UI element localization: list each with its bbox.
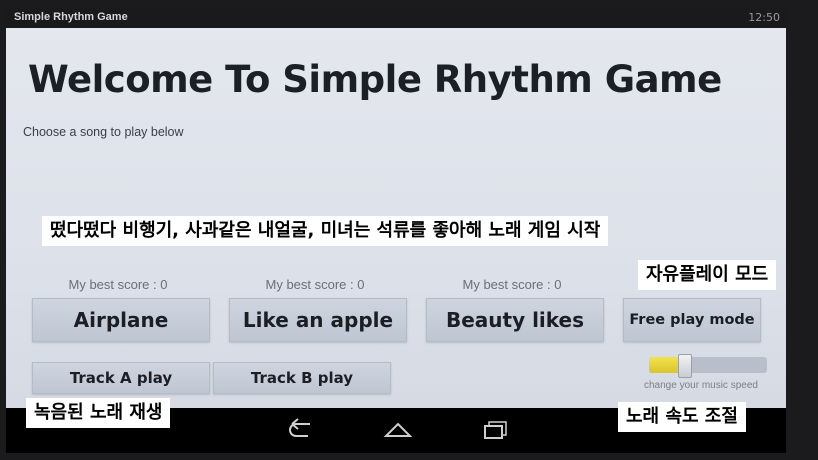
back-icon[interactable] [286,418,316,440]
recent-apps-icon[interactable] [481,418,511,440]
music-speed-slider[interactable] [649,357,767,373]
beauty-likes-best-score: My best score : 0 [462,277,562,292]
recording-annotation-caption: 녹음된 노래 재생 [26,398,171,428]
speed-annotation-caption: 노래 속도 조절 [618,402,746,432]
slider-thumb[interactable] [678,354,693,378]
track-a-play-button[interactable]: Track A play [32,362,210,394]
page-subtitle: Choose a song to play below [23,125,184,139]
track-b-play-button[interactable]: Track B play [213,362,391,394]
page-title: Welcome To Simple Rhythm Game [28,58,722,101]
like-an-apple-best-score: My best score : 0 [265,277,365,292]
app-title: Simple Rhythm Game [14,11,128,23]
clock: 12:50 [748,11,780,24]
airplane-button[interactable]: Airplane [32,298,210,342]
home-icon[interactable] [383,418,413,440]
airplane-best-score: My best score : 0 [68,277,168,292]
like-an-apple-button[interactable]: Like an apple [229,298,407,342]
slider-label: change your music speed [644,380,758,391]
beauty-likes-button[interactable]: Beauty likes [426,298,604,342]
free-play-annotation-caption: 자유플레이 모드 [638,260,777,290]
status-bar: Simple Rhythm Game 12:50 [6,8,786,28]
songs-annotation-caption: 떴다떴다 비행기, 사과같은 내얼굴, 미녀는 석류를 좋아해 노래 게임 시작 [42,216,609,246]
free-play-mode-button[interactable]: Free play mode [623,298,761,342]
